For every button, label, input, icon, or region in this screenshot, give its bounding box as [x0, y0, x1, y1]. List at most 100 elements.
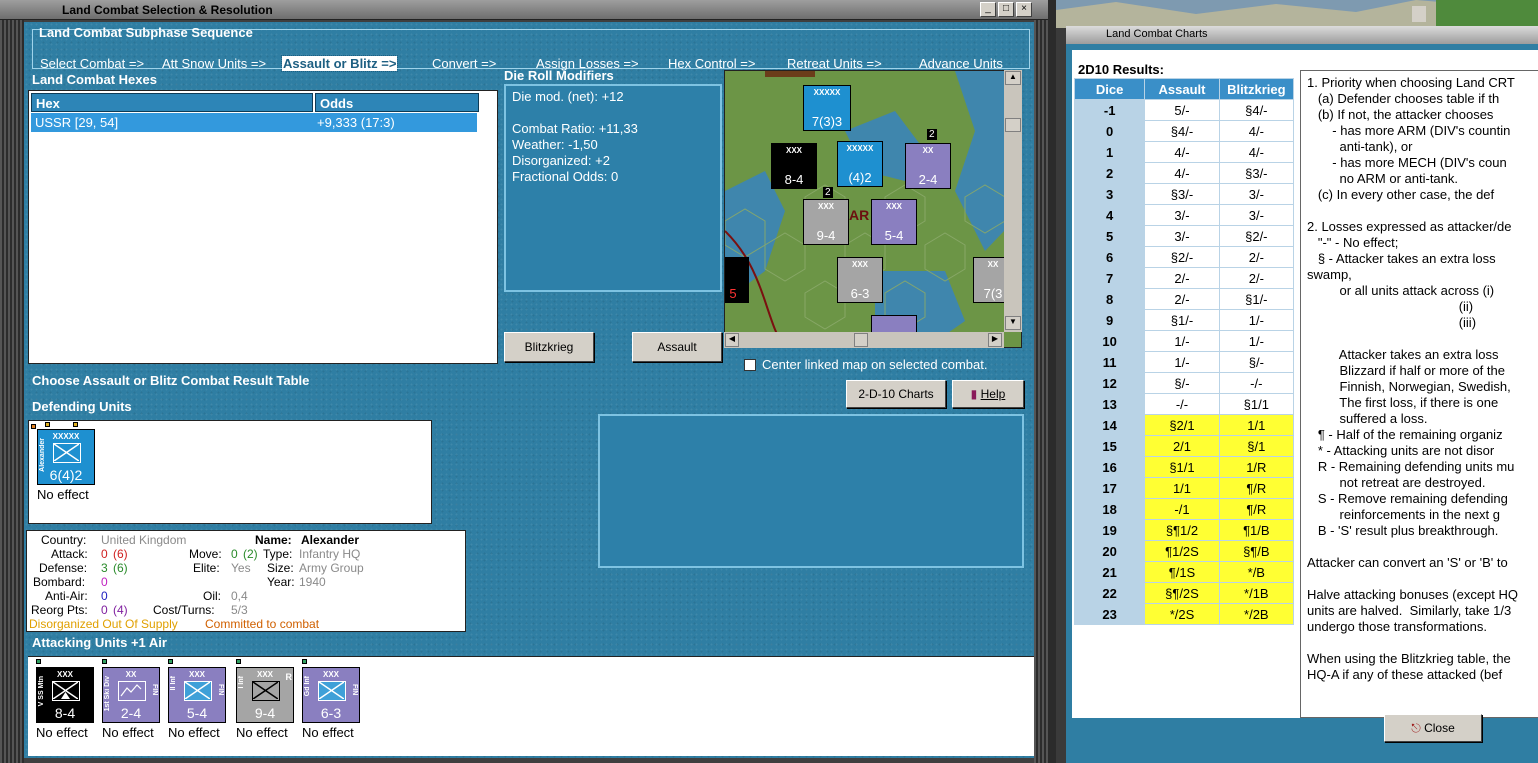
table-row: 13 -/- §1/1: [1073, 393, 1295, 415]
subphase-sequence: Land Combat Subphase Sequence Select Com…: [32, 25, 1030, 72]
column-header-odds[interactable]: Odds: [315, 93, 479, 112]
column-header-assault: Assault: [1144, 78, 1220, 100]
attacker-effect: No effect: [36, 725, 88, 740]
scroll-thumb[interactable]: [1005, 118, 1021, 132]
table-row: 5 3/- §2/-: [1073, 225, 1295, 247]
attacker-counter[interactable]: XX 1st Ski Div FIN 2-4: [102, 667, 160, 723]
scroll-right-arrow[interactable]: ▶: [988, 333, 1002, 347]
map-counter[interactable]: 5: [725, 257, 749, 303]
dice-cell: 21: [1073, 561, 1146, 583]
map-horizontal-scrollbar[interactable]: ◀ ▶: [724, 332, 1004, 348]
rules-line: units are halved. Similarly, take 1/3: [1307, 603, 1512, 618]
assault-cell: §¶/2S: [1144, 582, 1220, 604]
maximize-button[interactable]: □: [998, 2, 1014, 17]
fractional-odds: Fractional Odds: 0: [512, 169, 619, 184]
rules-line: * - Attacking units are not disor: [1307, 443, 1495, 458]
rules-line: The first loss, if there is one: [1307, 395, 1499, 410]
dice-cell: 20: [1073, 540, 1146, 562]
blitzkrieg-cell: §3/-: [1218, 162, 1295, 184]
step-advance-units: Advance Units: [919, 56, 1003, 71]
attack-value: 0: [101, 547, 108, 561]
defending-units-list: XXXXX Alexander 6(4)2 No effect: [28, 420, 432, 524]
table-row: 19 §¶1/2 ¶1/B: [1073, 519, 1295, 541]
scroll-left-arrow[interactable]: ◀: [725, 333, 739, 347]
assault-button[interactable]: Assault: [632, 332, 722, 362]
combat-results-table: Dice Assault Blitzkrieg -1 5/- §4/- 0 §4/- 4/…: [1073, 78, 1295, 625]
map-counter[interactable]: XXX 6-3: [837, 257, 883, 303]
weather-mod: Weather: -1,50: [512, 137, 598, 152]
window-titlebar[interactable]: Land Combat Selection & Resolution _ □ ×: [0, 0, 1048, 20]
map-vertical-scrollbar[interactable]: ▲ ▼: [1004, 70, 1022, 332]
defense-label: Defense:: [39, 561, 88, 575]
land-combat-window: Land Combat Selection & Resolution _ □ ×…: [0, 0, 1048, 763]
antiair-label: Anti-Air:: [45, 589, 88, 603]
die-mod-net: Die mod. (net): +12: [512, 89, 624, 104]
assault-cell: -/1: [1144, 498, 1220, 520]
defender-effect: No effect: [37, 487, 89, 502]
rules-line: ¶ - Half of the remaining organiz: [1307, 427, 1503, 442]
help-button[interactable]: ▮ Help: [952, 380, 1024, 408]
charts-titlebar[interactable]: Land Combat Charts: [1066, 26, 1538, 44]
table-row: 3 §3/- 3/-: [1073, 183, 1295, 205]
close-charts-button[interactable]: ⎋ Close: [1384, 714, 1482, 742]
window-title: Land Combat Selection & Resolution: [62, 3, 273, 17]
attacker-counter[interactable]: XXX I Inf R 9-4: [236, 667, 294, 723]
choose-crt-label: Choose Assault or Blitz Combat Result Ta…: [32, 373, 310, 388]
year-value: 1940: [299, 575, 326, 589]
dice-cell: 8: [1073, 288, 1146, 310]
column-header-blitzkrieg: Blitzkrieg: [1218, 78, 1295, 100]
map-counter[interactable]: XXX 5-4: [871, 199, 917, 245]
assault-cell: ¶/1S: [1144, 561, 1220, 583]
center-map-checkbox[interactable]: [744, 359, 756, 371]
table-row[interactable]: USSR [29, 54] +9,333 (17:3): [31, 113, 477, 132]
attacker-counter[interactable]: XXX II Inf FIN 5-4: [168, 667, 226, 723]
unit-pip: [45, 422, 50, 427]
minimize-button[interactable]: _: [980, 2, 996, 17]
charts-panel: 2D10 Results: Dice Assault Blitzkrieg -1…: [1066, 44, 1538, 763]
type-value: Infantry HQ: [299, 547, 361, 561]
blitzkrieg-button[interactable]: Blitzkrieg: [504, 332, 594, 362]
map-counter[interactable]: XXX 8-4: [771, 143, 817, 189]
scroll-thumb[interactable]: [854, 333, 868, 347]
blitzkrieg-cell: 1/-: [1218, 330, 1295, 352]
map-counter[interactable]: XXXXX 7(3)3: [803, 85, 851, 131]
blitzkrieg-cell: 3/-: [1218, 204, 1295, 226]
scroll-up-arrow[interactable]: ▲: [1005, 71, 1021, 85]
attacker-counter[interactable]: XXX V SS Mtn 8-4: [36, 667, 94, 723]
table-row: 15 2/1 §/1: [1073, 435, 1295, 457]
map-counter-target[interactable]: XXXXX (4)2: [837, 141, 883, 187]
defender-counter[interactable]: XXXXX Alexander 6(4)2: [37, 429, 95, 485]
table-row: 21 ¶/1S */B: [1073, 561, 1295, 583]
dice-cell: 6: [1073, 246, 1146, 268]
attacking-title: Attacking Units +1 Air: [32, 635, 167, 650]
attacker-counter[interactable]: XXX Gd Inf FIN 6-3: [302, 667, 360, 723]
charts-backdrop: Land Combat Charts 2D10 Results: Dice As…: [1056, 0, 1538, 763]
close-window-button[interactable]: ×: [1016, 2, 1032, 17]
scroll-down-arrow[interactable]: ▼: [1005, 316, 1021, 330]
ski-infantry-symbol: [118, 681, 146, 701]
blitzkrieg-cell: §1/-: [1218, 288, 1295, 310]
map-counter[interactable]: XXX 9-4: [803, 199, 849, 245]
country-label: Country:: [41, 533, 87, 547]
charts-button[interactable]: 2-D-10 Charts: [846, 380, 946, 408]
map-counter[interactable]: XX 2-4: [905, 143, 951, 189]
assault-cell: 2/-: [1144, 288, 1220, 310]
dice-cell: 14: [1073, 414, 1146, 436]
dice-cell: 22: [1073, 582, 1146, 604]
combat-map[interactable]: XXXXX 7(3)3 XXX 8-4 XXXXX (4)2 XX 2-4 XX…: [724, 70, 1022, 348]
rules-line: Finnish, Norwegian, Swedish,: [1307, 379, 1511, 394]
blitzkrieg-cell: */1B: [1218, 582, 1295, 604]
step-hex-control: Hex Control =>: [668, 56, 756, 71]
rules-line: (iii): [1307, 315, 1477, 330]
blitzkrieg-cell: */2B: [1218, 603, 1295, 625]
column-header-hex[interactable]: Hex: [31, 93, 313, 112]
step-assault-or-blitz: Assault or Blitz =>: [280, 55, 399, 72]
combat-hexes-list[interactable]: Hex Odds USSR [29, 54] +9,333 (17:3): [28, 90, 498, 364]
cost-value: 5/3: [231, 603, 248, 617]
defense-value: 3: [101, 561, 108, 575]
dice-cell: -1: [1073, 99, 1146, 121]
assault-cell: 1/-: [1144, 330, 1220, 352]
hexes-title: Land Combat Hexes: [32, 72, 157, 87]
crt-rules-text: 1. Priority when choosing Land CRT (a) D…: [1300, 70, 1538, 718]
assault-cell: §1/-: [1144, 309, 1220, 331]
